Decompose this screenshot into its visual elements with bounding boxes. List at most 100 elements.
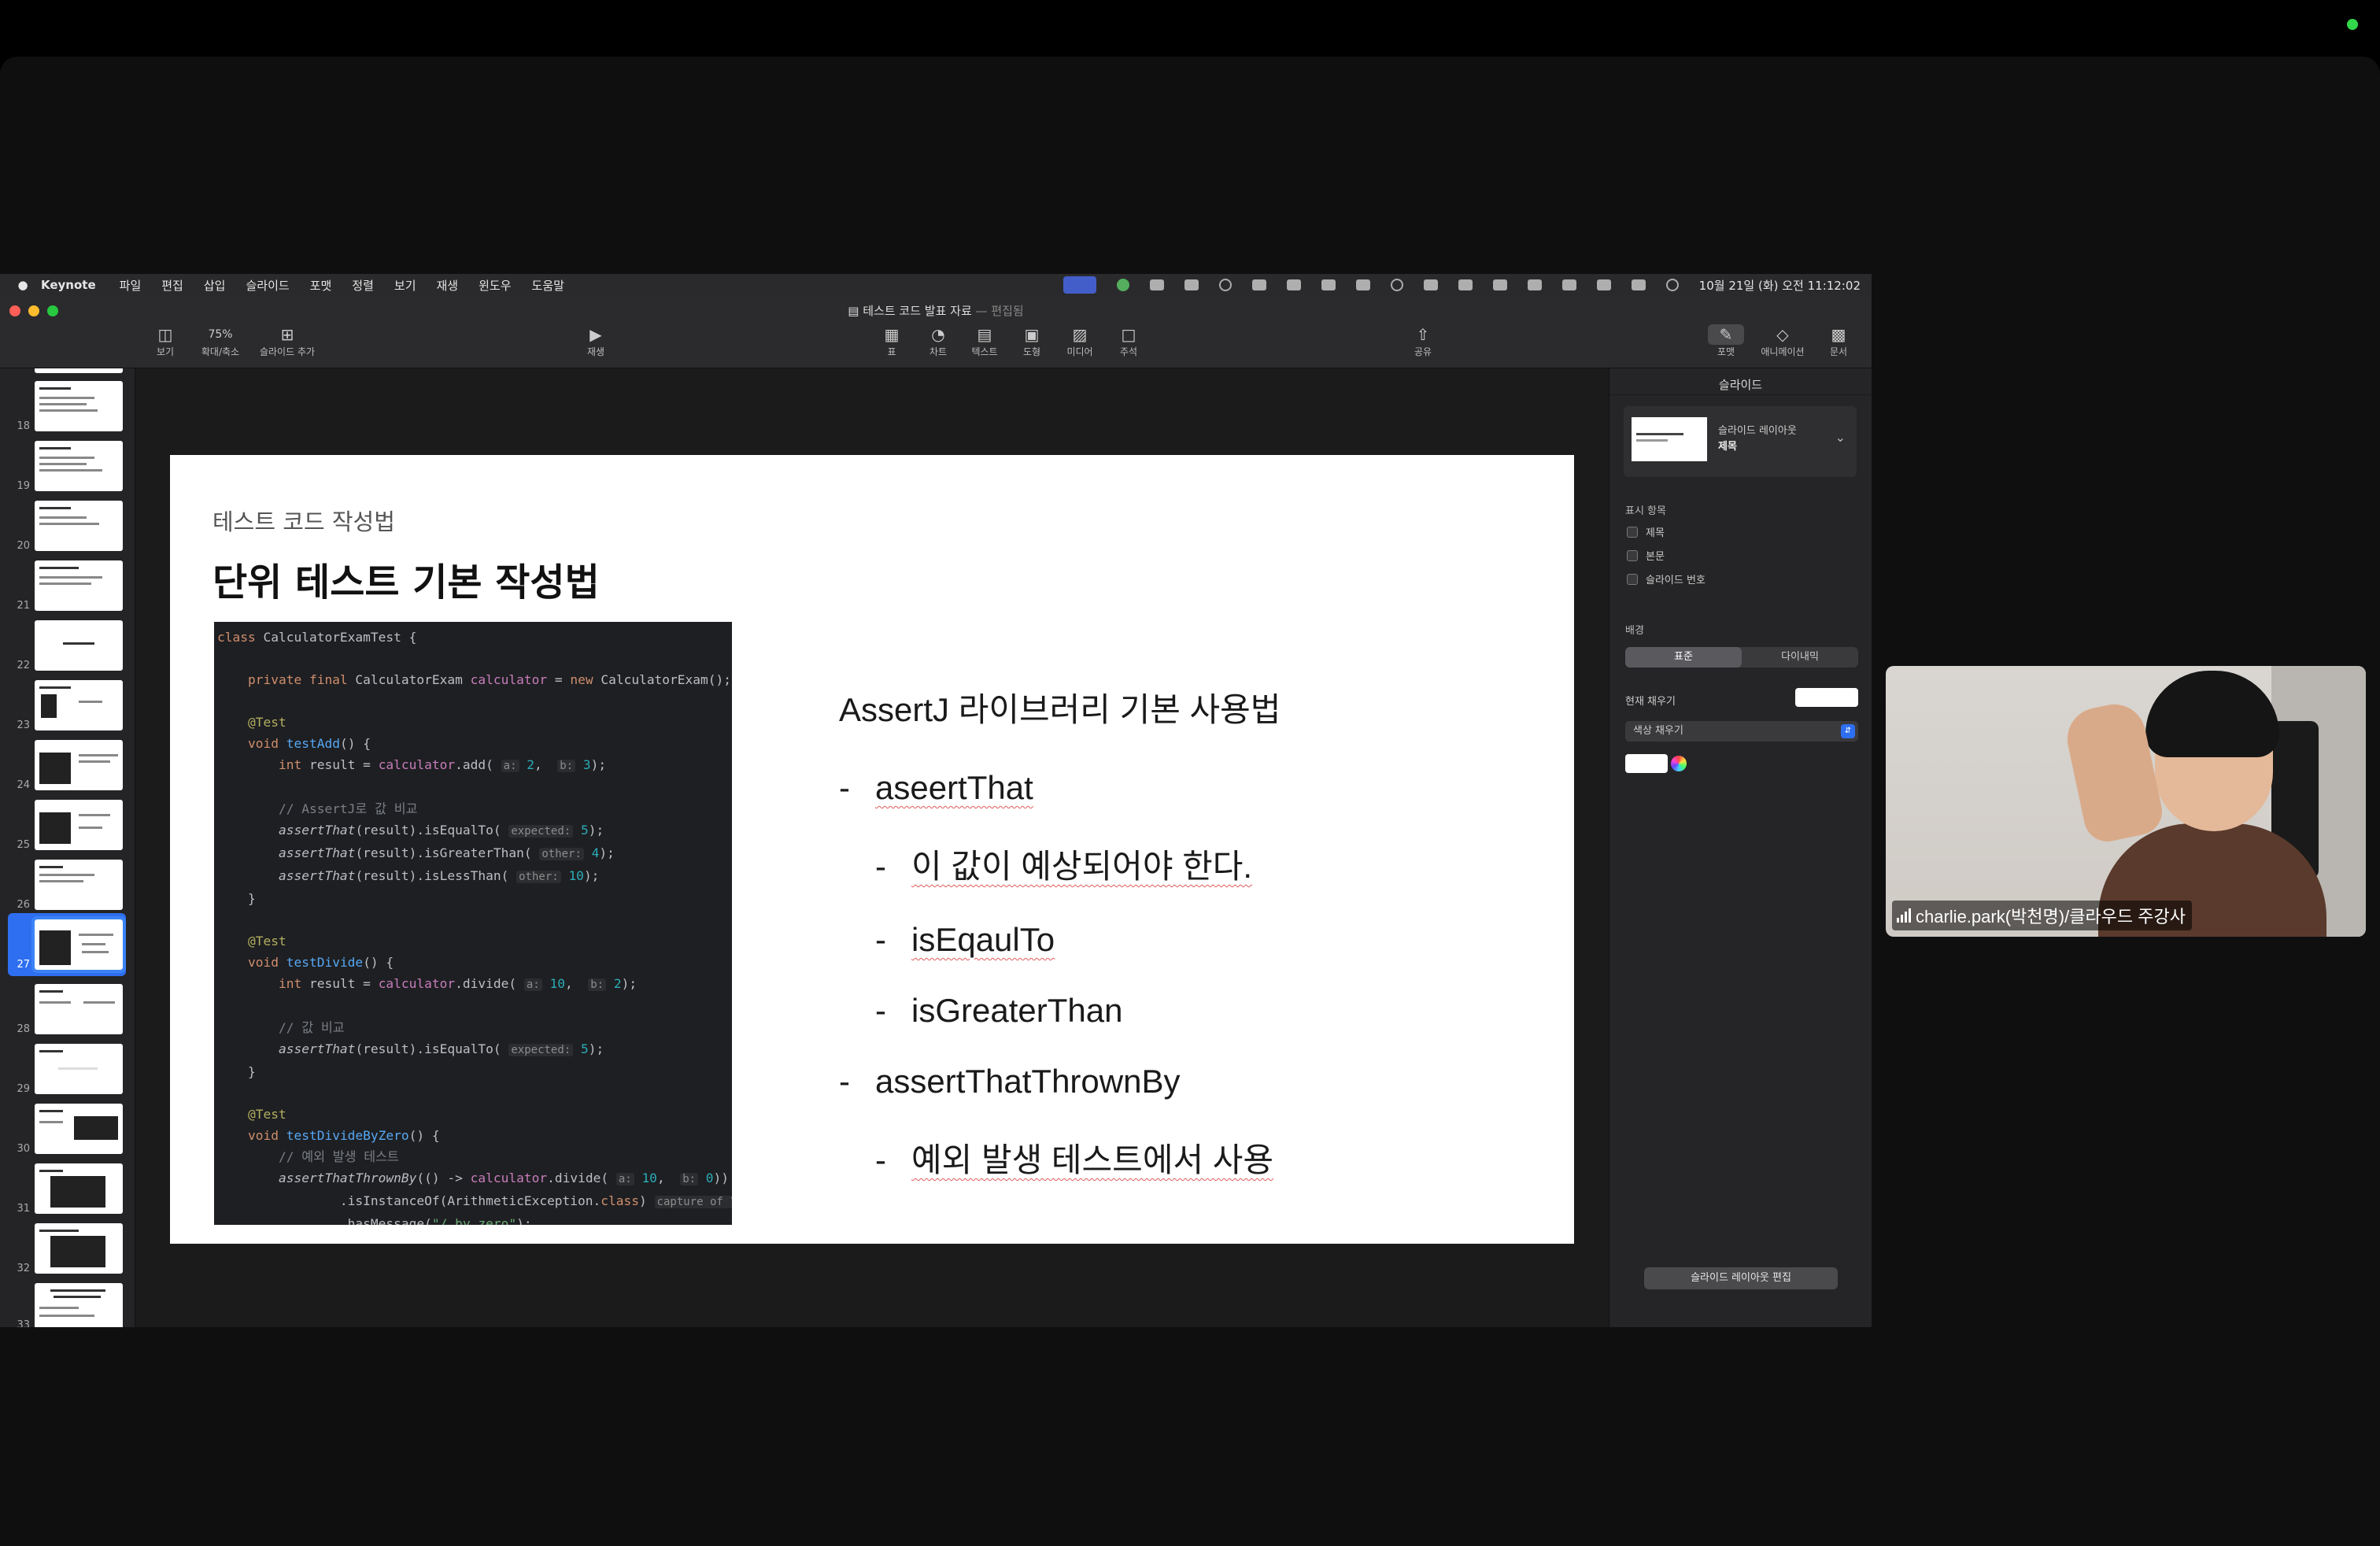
menu-format[interactable]: 포맷 — [310, 277, 332, 294]
checkbox-title[interactable]: 제목 — [1627, 524, 1665, 539]
segment-standard[interactable]: 표준 — [1625, 647, 1742, 668]
format-button[interactable]: ✎ 포맷 — [1694, 324, 1757, 358]
play-button[interactable]: ▶ 재생 — [564, 324, 627, 358]
play-status-icon[interactable] — [1390, 279, 1403, 291]
fill-type-value: 색상 채우기 — [1633, 725, 1683, 737]
menu-edit[interactable]: 편집 — [161, 277, 183, 294]
slide-thumbnail[interactable] — [35, 560, 123, 611]
chat-status-icon[interactable] — [1116, 279, 1129, 291]
slide-number: 29 — [17, 1083, 30, 1095]
view-button[interactable]: ◫ 보기 — [134, 324, 197, 358]
segment-dynamic[interactable]: 다이내믹 — [1742, 647, 1858, 668]
slide-thumbnail[interactable] — [35, 620, 123, 671]
wifi-icon[interactable] — [1561, 279, 1576, 290]
document-label: 문서 — [1829, 346, 1848, 357]
slide-thumbnail[interactable] — [35, 1223, 123, 1274]
slide-number: 23 — [17, 719, 30, 731]
menu-clock[interactable]: 10월 21일 (화) 오전 11:12:02 — [1699, 277, 1861, 294]
slide-thumbnail[interactable] — [35, 1163, 123, 1214]
slide-thumbnail[interactable] — [35, 441, 123, 491]
slide[interactable]: 테스트 코드 작성법 단위 테스트 기본 작성법 class Calculato… — [170, 455, 1574, 1244]
slide-number: 26 — [17, 899, 30, 911]
control-center-icon[interactable] — [1631, 279, 1646, 290]
slide-thumbnail[interactable] — [35, 680, 123, 730]
clip-icon[interactable] — [1286, 279, 1301, 290]
fill-swatch[interactable] — [1795, 688, 1858, 707]
keyboard-icon[interactable] — [1492, 279, 1507, 290]
menu-play[interactable]: 재생 — [437, 277, 459, 294]
animate-button[interactable]: ◇ 애니메이션 — [1751, 324, 1814, 358]
layout-label: 슬라이드 레이아웃 — [1718, 425, 1797, 437]
fill-type-select[interactable]: 색상 채우기 ⇵ — [1625, 721, 1858, 742]
add-slide-button[interactable]: ⊞ 슬라이드 추가 — [256, 324, 319, 358]
checkbox-body[interactable]: 본문 — [1627, 548, 1665, 563]
slide-thumbnail[interactable] — [35, 1283, 123, 1327]
slide-body[interactable]: AssertJ 라이브러리 기본 사용법 - aseertThat -이 값이 예… — [839, 683, 1281, 1215]
slide-thumbnail[interactable] — [35, 381, 123, 431]
menu-file[interactable]: 파일 — [120, 277, 142, 294]
chevron-down-icon[interactable]: ⌄ — [1835, 430, 1846, 445]
code-screenshot[interactable]: class CalculatorExamTest { private final… — [214, 622, 732, 1225]
share-icon: ⇧ — [1416, 325, 1430, 344]
menu-help[interactable]: 도움말 — [532, 277, 564, 294]
menu-slide[interactable]: 슬라이드 — [246, 277, 289, 294]
background-mode-control: 표준 다이내믹 — [1625, 647, 1858, 668]
slide-subtitle[interactable]: 테스트 코드 작성법 — [213, 504, 395, 537]
checkbox-slide-number-label: 슬라이드 번호 — [1646, 575, 1706, 586]
grid-icon[interactable] — [1355, 279, 1370, 290]
audio-level-icon — [1897, 908, 1911, 923]
display-icon[interactable] — [1423, 279, 1438, 290]
zoom-button[interactable]: 75% 확대/축소 — [189, 324, 252, 358]
format-label: 포맷 — [1717, 346, 1735, 357]
select-stepper-icon: ⇵ — [1841, 724, 1855, 738]
screen-share-icon[interactable] — [1062, 276, 1096, 294]
slide-thumbnail[interactable] — [35, 740, 123, 790]
menu-insert[interactable]: 삽입 — [204, 277, 226, 294]
app-status-icon[interactable] — [1149, 279, 1164, 290]
bullet-item: - isEqaulTo — [875, 921, 1055, 958]
slide-title[interactable]: 단위 테스트 기본 작성법 — [213, 551, 600, 606]
layout-name: 제목 — [1718, 441, 1737, 453]
bullet-text: aseertThat — [875, 769, 1033, 806]
menu-window[interactable]: 윈도우 — [479, 277, 511, 294]
slide-layout-picker[interactable]: 슬라이드 레이아웃 제목 ⌄ — [1624, 406, 1857, 477]
calendar-icon[interactable] — [1251, 279, 1266, 290]
slide-number: 22 — [17, 660, 30, 671]
slide-thumbnail-selected[interactable] — [31, 916, 126, 973]
color-wheel-icon[interactable] — [1671, 756, 1687, 771]
window-icon[interactable] — [1458, 279, 1473, 290]
layout-thumbnail — [1632, 417, 1707, 461]
cloud-icon[interactable] — [1184, 279, 1199, 290]
bullet-item: -이 값이 예상되어야 한다. — [875, 840, 1281, 888]
menu-view[interactable]: 보기 — [394, 277, 416, 294]
document-button[interactable]: ▩ 문서 — [1807, 324, 1870, 358]
slide-navigator: 18 19 20 21 22 23 24 25 26 27 28 29 30 3… — [0, 368, 135, 1327]
menu-app-name[interactable]: Keynote — [41, 278, 96, 292]
siri-icon[interactable] — [1665, 279, 1679, 291]
inspector-tab-slide[interactable]: 슬라이드 — [1609, 368, 1872, 395]
slide-canvas[interactable]: 테스트 코드 작성법 단위 테스트 기본 작성법 class Calculato… — [135, 368, 1609, 1327]
checkbox-slide-number[interactable]: 슬라이드 번호 — [1627, 571, 1706, 586]
share-button[interactable]: ⇧ 공유 — [1391, 324, 1454, 358]
edit-slide-layout-button[interactable]: 슬라이드 레이아웃 편집 — [1644, 1267, 1838, 1289]
slide-thumbnail[interactable] — [35, 1104, 123, 1154]
comment-button[interactable]: □ 주석 — [1097, 324, 1160, 358]
message-icon[interactable] — [1321, 279, 1336, 290]
shape-label: 도형 — [1022, 346, 1041, 357]
slide-thumbnail[interactable] — [35, 860, 123, 910]
sync-icon[interactable] — [1218, 279, 1232, 291]
slide-thumbnail[interactable] — [35, 501, 123, 551]
slide-thumbnail[interactable] — [35, 984, 123, 1034]
comment-label: 주석 — [1119, 346, 1138, 357]
participant-video[interactable]: charlie.park(박천명)/클라우드 주강사 — [1886, 666, 2366, 937]
color-well[interactable] — [1625, 754, 1668, 773]
checkbox-icon — [1627, 526, 1638, 538]
apple-icon[interactable]: ● — [11, 278, 35, 292]
battery-icon[interactable] — [1527, 279, 1542, 290]
slide-thumbnail[interactable] — [35, 1044, 123, 1094]
search-icon[interactable] — [1596, 279, 1611, 290]
menu-arrange[interactable]: 정렬 — [352, 277, 374, 294]
slide-thumbnail[interactable] — [35, 800, 123, 850]
slide-thumbnail[interactable] — [35, 368, 123, 373]
participant-name-tag: charlie.park(박천명)/클라우드 주강사 — [1892, 901, 2192, 930]
